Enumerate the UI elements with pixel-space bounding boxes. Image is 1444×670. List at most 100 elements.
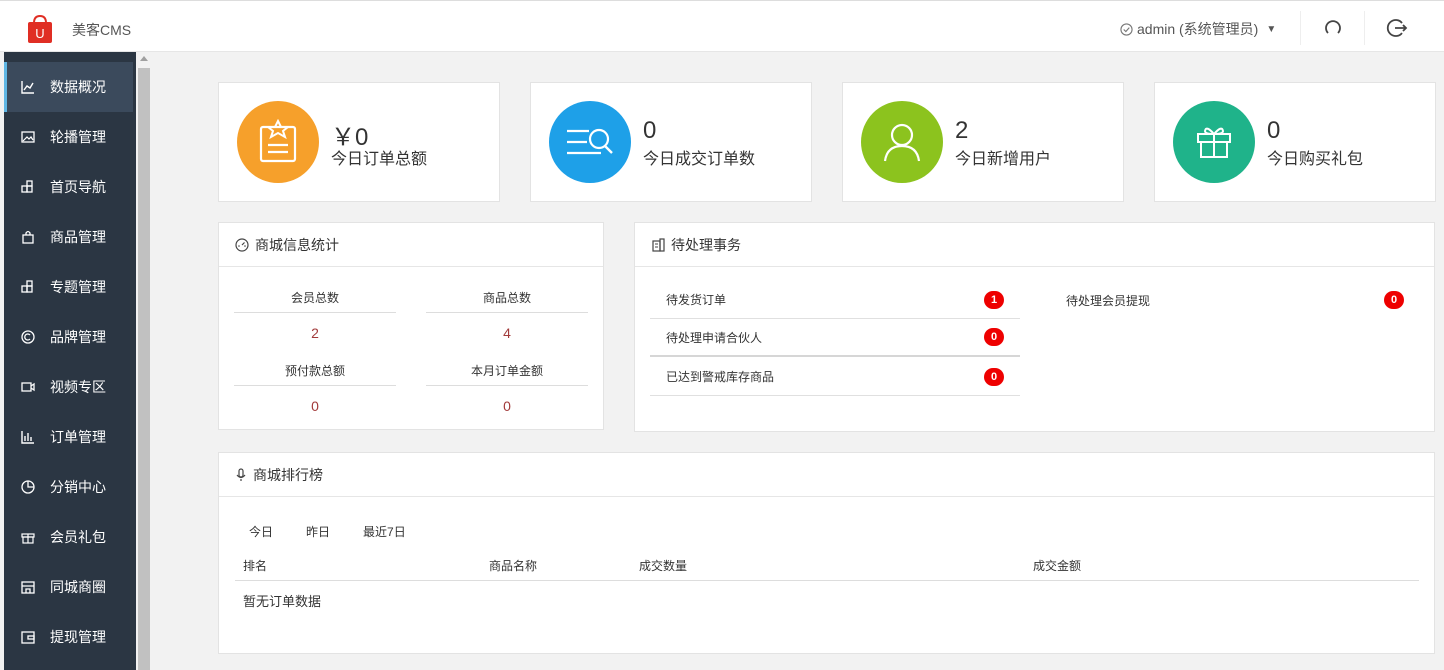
panel-header: 商城排行榜 <box>219 453 1434 497</box>
column-header-amount: 成交金额 <box>1033 559 1082 573</box>
nav-icon <box>20 179 36 195</box>
panel-title: 商城排行榜 <box>253 466 323 483</box>
caret-down-icon: ▼ <box>1266 23 1277 35</box>
panel-title: 商城信息统计 <box>255 236 339 253</box>
sidebar-item-videos[interactable]: 视频专区 <box>4 362 136 412</box>
info-key: 本月订单金额 <box>426 362 588 386</box>
todo-label: 已达到警戒库存商品 <box>666 370 775 384</box>
scroll-up-arrow-icon[interactable] <box>140 56 148 61</box>
column-header-product: 商品名称 <box>489 559 538 573</box>
count-badge: 0 <box>1384 291 1404 309</box>
empty-state-text: 暂无订单数据 <box>243 594 322 609</box>
scrollbar-thumb[interactable] <box>138 68 150 670</box>
todo-row-member-withdrawals[interactable]: 待处理会员提现 0 <box>1050 281 1420 319</box>
top-bar: U 美客CMS admin (系统管理员) ▼ <box>0 0 1444 52</box>
user-icon <box>861 101 943 183</box>
info-key: 商品总数 <box>426 289 588 313</box>
line-chart-icon <box>20 79 36 95</box>
sidebar-item-topics[interactable]: 专题管理 <box>4 262 136 312</box>
logout-icon <box>1386 19 1407 37</box>
sidebar-item-brands[interactable]: 品牌管理 <box>4 312 136 362</box>
count-badge: 0 <box>984 367 1004 386</box>
user-label: admin (系统管理员) <box>1137 21 1259 37</box>
stat-label: 今日订单总额 <box>331 151 428 168</box>
panel-header: 商城信息统计 <box>219 223 603 267</box>
sidebar-item-label: 首页导航 <box>50 179 106 195</box>
sidebar-item-banner[interactable]: 轮播管理 <box>4 112 136 162</box>
sidebar-item-dashboard[interactable]: 数据概况 <box>4 62 133 112</box>
stat-label: 今日成交订单数 <box>643 151 756 168</box>
svg-text:U: U <box>35 26 44 41</box>
info-value: 2 <box>311 325 319 341</box>
sidebar-item-label: 轮播管理 <box>50 129 106 145</box>
sidebar-item-label: 同城商圈 <box>50 579 106 595</box>
sidebar-item-label: 订单管理 <box>50 429 106 445</box>
column-header-rank: 排名 <box>243 559 268 573</box>
tab-last-7-days[interactable]: 最近7日 <box>363 523 406 540</box>
stat-card-order-total: ￥0 今日订单总额 <box>218 82 500 202</box>
user-menu[interactable]: admin (系统管理员) ▼ <box>1120 19 1276 39</box>
sidebar-item-withdrawals[interactable]: 提现管理 <box>4 612 136 662</box>
search-list-icon <box>549 101 631 183</box>
bar-chart-icon <box>20 429 36 445</box>
sidebar-item-home-nav[interactable]: 首页导航 <box>4 162 136 212</box>
building-icon <box>651 237 665 252</box>
logout-button[interactable] <box>1364 11 1428 45</box>
bag-icon <box>20 229 36 245</box>
stat-card-gift-purchases: 0 今日购买礼包 <box>1154 82 1436 202</box>
refresh-icon <box>1324 20 1341 34</box>
wallet-icon <box>20 629 36 645</box>
stat-label: 今日新增用户 <box>955 151 1052 168</box>
tab-today[interactable]: 今日 <box>249 523 273 540</box>
topic-icon <box>20 279 36 295</box>
sidebar-item-orders[interactable]: 订单管理 <box>4 412 136 462</box>
todo-label: 待处理会员提现 <box>1066 293 1151 308</box>
stat-card-new-users: 2 今日新增用户 <box>842 82 1124 202</box>
todo-row-pending-shipment[interactable]: 待发货订单 1 <box>650 281 1020 319</box>
stat-card-deal-orders: 0 今日成交订单数 <box>530 82 812 202</box>
dashboard-gauge-icon <box>235 237 249 252</box>
info-key: 预付款总额 <box>234 362 396 386</box>
copyright-icon <box>20 329 36 345</box>
check-circle-icon <box>1120 22 1133 36</box>
microphone-icon <box>235 467 247 482</box>
tab-yesterday[interactable]: 昨日 <box>306 523 330 540</box>
sidebar-item-label: 专题管理 <box>50 279 106 295</box>
info-cell-members: 会员总数 2 <box>234 289 396 341</box>
info-value: 0 <box>503 398 511 414</box>
sidebar-item-label: 商品管理 <box>50 229 106 245</box>
stat-value: 0 <box>643 117 657 144</box>
shopping-bag-logo-icon: U <box>28 14 52 43</box>
info-value: 4 <box>503 325 511 341</box>
sidebar-item-label: 会员礼包 <box>50 529 106 545</box>
info-key: 会员总数 <box>234 289 396 313</box>
todo-row-low-stock[interactable]: 已达到警戒库存商品 0 <box>650 358 1020 396</box>
table-header: 排名 商品名称 成交数量 成交金额 <box>235 553 1419 581</box>
count-badge: 0 <box>984 328 1004 346</box>
refresh-button[interactable] <box>1300 11 1364 45</box>
sidebar-item-member-gift[interactable]: 会员礼包 <box>4 512 136 562</box>
ranking-tabs: 今日 昨日 最近7日 <box>249 523 439 540</box>
todo-row-partner-applications[interactable]: 待处理申请合伙人 0 <box>650 319 1020 357</box>
info-cell-month-orders: 本月订单金额 0 <box>426 362 588 414</box>
stat-value: 0 <box>1267 117 1281 144</box>
panel-header: 待处理事务 <box>635 223 1434 267</box>
count-badge: 1 <box>984 290 1004 309</box>
sidebar-item-products[interactable]: 商品管理 <box>4 212 136 262</box>
sidebar-item-label: 分销中心 <box>50 479 106 495</box>
video-icon <box>20 379 36 395</box>
ranking-panel: 商城排行榜 今日 昨日 最近7日 排名 商品名称 成交数量 成交金额 暂无订单数… <box>218 452 1435 654</box>
sidebar-item-label: 数据概况 <box>50 79 106 95</box>
info-value: 0 <box>311 398 319 414</box>
panel-title: 待处理事务 <box>671 236 741 253</box>
sidebar-item-distribution[interactable]: 分销中心 <box>4 462 136 512</box>
stat-label: 今日购买礼包 <box>1267 151 1364 168</box>
info-cell-products: 商品总数 4 <box>426 289 588 341</box>
todo-label: 待处理申请合伙人 <box>666 330 763 345</box>
sidebar-item-label: 提现管理 <box>50 629 106 645</box>
store-icon <box>20 579 36 595</box>
sidebar-item-label: 视频专区 <box>50 379 106 395</box>
sidebar-item-local-business[interactable]: 同城商圈 <box>4 562 136 612</box>
stat-value: 2 <box>955 117 969 144</box>
mall-info-panel: 商城信息统计 会员总数 2 商品总数 4 预付款总额 0 本月订单金额 0 <box>218 222 604 430</box>
